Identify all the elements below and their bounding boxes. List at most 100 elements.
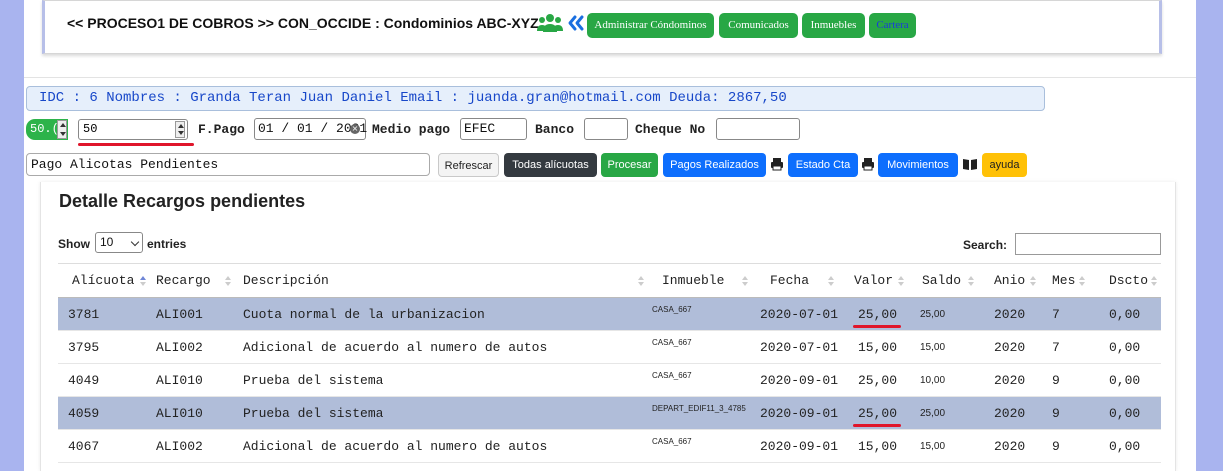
- cell-fecha: 2020-09-01: [752, 396, 838, 430]
- cell-recargo: ALI010: [150, 396, 235, 430]
- table-row[interactable]: 3795 ALI002 Adicional de acuerdo al numero…: [58, 330, 1161, 364]
- amount-value: 50: [83, 122, 98, 136]
- cell-saldo: 15,00: [908, 330, 978, 364]
- todas-alicuotas-button[interactable]: Todas alícuotas: [504, 153, 597, 177]
- cell-alicuota: 3795: [58, 330, 150, 364]
- cell-dscto: 0,00: [1089, 363, 1161, 397]
- page: << PROCESO1 DE COBROS >> CON_OCCIDE : Co…: [24, 0, 1196, 471]
- sort-icon: [742, 276, 748, 286]
- divider: [24, 77, 1196, 78]
- cell-alicuota: 4059: [58, 396, 150, 430]
- sort-icon: [828, 276, 834, 286]
- book-icon[interactable]: [963, 157, 977, 171]
- double-chevron-left-icon[interactable]: [567, 14, 585, 32]
- comunicados-button[interactable]: Comunicados: [719, 13, 798, 38]
- search-label: Search:: [963, 238, 1008, 252]
- cell-inmueble: CASA_667: [648, 297, 752, 331]
- estado-cta-button[interactable]: Estado Cta: [788, 153, 858, 177]
- col-anio[interactable]: Anio: [978, 263, 1040, 298]
- cell-anio: 2020: [978, 363, 1040, 397]
- cell-descripcion: Prueba del sistema: [235, 363, 648, 397]
- cell-mes: 7: [1040, 330, 1089, 364]
- sort-icon: [968, 276, 974, 286]
- col-valor[interactable]: Valor: [838, 263, 908, 298]
- cheque-label: Cheque No: [635, 122, 706, 137]
- cell-inmueble: CASA_667: [648, 429, 752, 463]
- cell-mes: 7: [1040, 297, 1089, 331]
- sort-asc-icon: [140, 276, 146, 286]
- table-header-row: Alícuota Recargo Descripción Inmueble Fe…: [58, 263, 1161, 298]
- print-icon[interactable]: [770, 157, 784, 171]
- cell-dscto: 0,00: [1089, 297, 1161, 331]
- cell-mes: 9: [1040, 363, 1089, 397]
- users-icon[interactable]: [537, 13, 563, 33]
- clear-icon[interactable]: ×: [350, 124, 360, 134]
- cell-inmueble: DEPART_EDIF11_3_4785: [648, 396, 752, 430]
- col-alicuota[interactable]: Alícuota: [58, 263, 150, 298]
- col-inmueble[interactable]: Inmueble: [648, 263, 752, 298]
- col-fecha[interactable]: Fecha: [752, 263, 838, 298]
- cell-valor: 25,00: [838, 363, 908, 397]
- cell-recargo: ALI001: [150, 297, 235, 331]
- cell-inmueble: CASA_667: [648, 330, 752, 364]
- col-mes[interactable]: Mes: [1040, 263, 1089, 298]
- sort-icon: [225, 276, 231, 286]
- chevron-down-icon: [130, 237, 140, 247]
- banco-input[interactable]: [584, 118, 628, 140]
- table-row[interactable]: 4067 ALI002 Adicional de acuerdo al numero…: [58, 429, 1161, 463]
- annotation-underline: [78, 143, 194, 146]
- spinner-arrows-icon[interactable]: [57, 120, 67, 139]
- col-saldo[interactable]: Saldo: [908, 263, 978, 298]
- cell-recargo: ALI002: [150, 429, 235, 463]
- cartera-button[interactable]: Cartera: [869, 13, 916, 38]
- cell-fecha: 2020-09-01: [752, 363, 838, 397]
- procesar-button[interactable]: Procesar: [601, 153, 658, 177]
- cell-fecha: 2020-07-01: [752, 297, 838, 331]
- pagos-realizados-button[interactable]: Pagos Realizados: [663, 153, 766, 177]
- col-descripcion[interactable]: Descripción: [235, 263, 648, 298]
- cell-fecha: 2020-09-01: [752, 429, 838, 463]
- medio-pago-label: Medio pago: [372, 122, 451, 137]
- entries-select[interactable]: 10: [95, 232, 143, 253]
- banco-label: Banco: [535, 122, 575, 137]
- print-icon[interactable]: [861, 157, 875, 171]
- cell-valor: 15,00: [838, 429, 908, 463]
- cell-saldo: 10,00: [908, 363, 978, 397]
- sort-icon: [638, 276, 644, 286]
- fpago-date-input[interactable]: 01 / 01 / 2021 ×: [254, 118, 367, 140]
- col-dscto[interactable]: Dscto: [1089, 263, 1161, 298]
- concept-input[interactable]: Pago Alicotas Pendientes: [26, 153, 430, 176]
- cell-dscto: 0,00: [1089, 330, 1161, 364]
- cell-alicuota: 3781: [58, 297, 150, 331]
- refrescar-button[interactable]: Refrescar: [438, 153, 499, 177]
- cell-anio: 2020: [978, 330, 1040, 364]
- search-input[interactable]: [1015, 233, 1161, 255]
- cell-mes: 9: [1040, 396, 1089, 430]
- spinner-arrows-icon[interactable]: [175, 121, 185, 138]
- table-row[interactable]: 4059 ALI010 Prueba del sistema DEPART_EDIF1…: [58, 396, 1161, 430]
- cheque-input[interactable]: [716, 118, 800, 140]
- recargos-panel: Detalle Recargos pendientes Show 10 entr…: [40, 182, 1176, 471]
- entries-select-value: 10: [100, 235, 114, 249]
- ayuda-button[interactable]: ayuda: [982, 153, 1027, 177]
- inmuebles-button[interactable]: Inmuebles: [802, 13, 865, 38]
- annotation-underline: [853, 423, 901, 427]
- cell-saldo: 25,00: [908, 297, 978, 331]
- cell-anio: 2020: [978, 396, 1040, 430]
- amount-spinner-value: 50.(: [30, 122, 59, 136]
- cell-inmueble: CASA_667: [648, 363, 752, 397]
- col-recargo[interactable]: Recargo: [150, 263, 235, 298]
- administrar-condominos-button[interactable]: Administrar Cóndominos: [587, 13, 714, 38]
- amount-spinner-small[interactable]: 50.(: [26, 119, 68, 140]
- amount-input[interactable]: 50: [78, 119, 188, 140]
- cell-recargo: ALI002: [150, 330, 235, 364]
- header-card: << PROCESO1 DE COBROS >> CON_OCCIDE : Co…: [42, 0, 1162, 54]
- table-row[interactable]: 4049 ALI010 Prueba del sistema CASA_667 2020…: [58, 363, 1161, 397]
- cell-anio: 2020: [978, 429, 1040, 463]
- movimientos-button[interactable]: Movimientos: [878, 153, 958, 177]
- cell-saldo: 25,00: [908, 396, 978, 430]
- fpago-label: F.Pago: [198, 122, 245, 137]
- table-row[interactable]: 3781 ALI001 Cuota normal de la urbanizacio…: [58, 297, 1161, 331]
- medio-pago-input[interactable]: EFEC: [460, 118, 527, 140]
- cell-dscto: 0,00: [1089, 396, 1161, 430]
